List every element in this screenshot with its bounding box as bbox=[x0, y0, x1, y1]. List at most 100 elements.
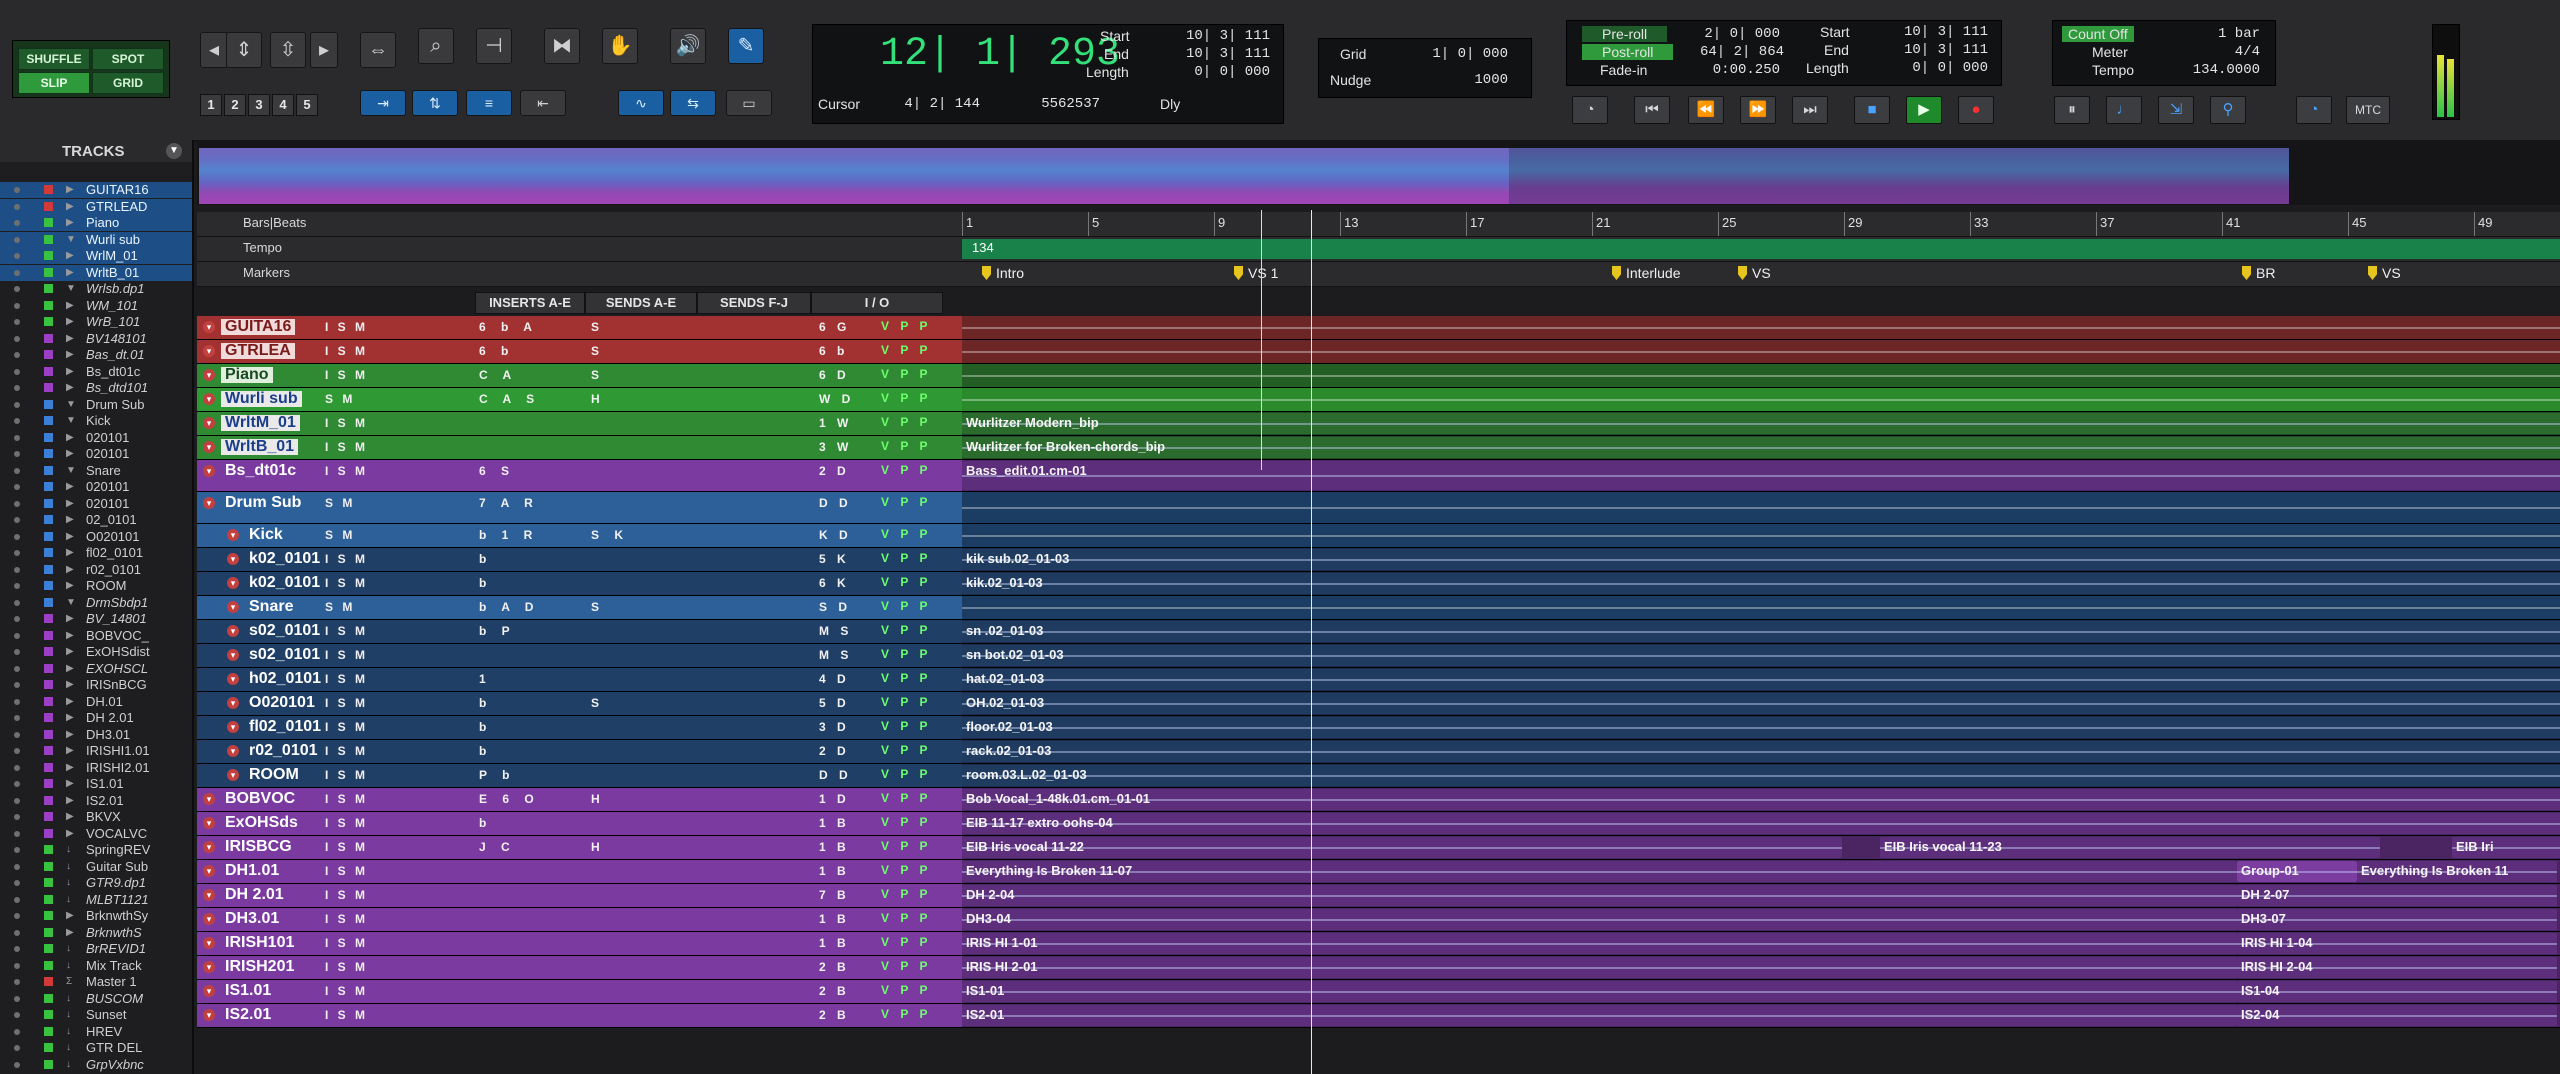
track-volume-pan-icon[interactable]: V P P bbox=[881, 983, 931, 997]
track-header[interactable]: ▾ Drum Sub S M 7 A R D D V P P bbox=[197, 492, 962, 524]
track-volume-pan-icon[interactable]: V P P bbox=[881, 551, 931, 565]
tracks-menu-icon[interactable]: ▼ bbox=[166, 143, 182, 159]
track-collapse-icon[interactable]: ▾ bbox=[227, 745, 239, 757]
track-volume-pan-icon[interactable]: V P P bbox=[881, 695, 931, 709]
track-header[interactable]: ▾ GTRLEA I S M 6 b S 6 b V P P bbox=[197, 340, 962, 364]
track-sends[interactable]: H bbox=[591, 792, 606, 806]
tracklist-item[interactable]: ▶ BV_14801 bbox=[0, 611, 192, 627]
track-inserts[interactable]: 6 S bbox=[479, 464, 515, 478]
visibility-dot-icon[interactable] bbox=[14, 451, 20, 457]
automation-follow-icon[interactable]: ∿ bbox=[618, 90, 664, 116]
track-volume-pan-icon[interactable]: V P P bbox=[881, 599, 931, 613]
track-volume-pan-icon[interactable]: V P P bbox=[881, 839, 931, 853]
track-playlist-lane[interactable]: kik sub.02_01-03 bbox=[962, 548, 2560, 572]
visibility-dot-icon[interactable] bbox=[14, 253, 20, 259]
audio-clip[interactable]: IRIS HI 2-01 bbox=[962, 957, 2237, 978]
audio-clip[interactable]: IRIS HI 1-04 bbox=[2237, 933, 2557, 954]
visibility-dot-icon[interactable] bbox=[14, 401, 20, 408]
tracklist-item[interactable]: ▶ Bs_dt01c bbox=[0, 364, 192, 380]
track-io[interactable]: 6 D bbox=[819, 368, 850, 382]
bars-beats-ruler[interactable]: Bars|Beats 1 5 9 13 17 21 25 29 33 37 41 45 49 bbox=[197, 212, 2560, 237]
track-rec-solo-mute-buttons[interactable]: I S M bbox=[325, 984, 368, 998]
track-header[interactable]: ▾ IRISH201 I S M 2 B V P P bbox=[197, 956, 962, 980]
track-header[interactable]: ▾ WrltM_01 I S M 1 W V P P bbox=[197, 412, 962, 436]
track-inserts[interactable]: 7 A R bbox=[479, 496, 539, 510]
track-name[interactable]: Piano bbox=[221, 367, 273, 383]
marker-label[interactable]: VS bbox=[2382, 265, 2401, 281]
track-io[interactable]: 3 W bbox=[819, 440, 852, 454]
track-collapse-icon[interactable]: ▾ bbox=[227, 529, 239, 541]
marker-icon[interactable] bbox=[1738, 266, 1747, 280]
audio-clip[interactable]: OH.02_01-03 bbox=[962, 693, 2560, 714]
track-io[interactable]: 1 B bbox=[819, 816, 850, 830]
visibility-dot-icon[interactable] bbox=[14, 236, 20, 243]
track-volume-pan-icon[interactable]: V P P bbox=[881, 319, 931, 333]
marker-icon[interactable] bbox=[982, 266, 991, 280]
tracklist-item[interactable]: ▶ BKVX bbox=[0, 809, 192, 825]
audio-clip[interactable]: Everything Is Broken 11 bbox=[2357, 861, 2557, 882]
track-inserts[interactable]: b bbox=[479, 552, 492, 566]
visibility-dot-icon[interactable] bbox=[14, 1012, 20, 1018]
spot-mode-button[interactable]: SPOT bbox=[92, 48, 164, 70]
track-volume-pan-icon[interactable]: V P P bbox=[881, 463, 931, 477]
track-collapse-icon[interactable]: ▾ bbox=[203, 1009, 215, 1021]
tracklist-item[interactable]: Σ Master 1 bbox=[0, 974, 192, 990]
tracklist-item[interactable]: ↓ Sunset bbox=[0, 1007, 192, 1023]
visibility-dot-icon[interactable] bbox=[14, 1045, 20, 1051]
preroll-value[interactable]: 2| 0| 000 bbox=[1700, 26, 1780, 42]
counter-start-value[interactable]: 10| 3| 111 bbox=[1170, 28, 1270, 44]
visibility-dot-icon[interactable] bbox=[14, 665, 20, 672]
track-name[interactable]: WrltB_01 bbox=[221, 439, 299, 455]
transport-start-value[interactable]: 10| 3| 111 bbox=[1900, 24, 1988, 40]
track-sends[interactable]: H bbox=[591, 840, 606, 854]
visibility-dot-icon[interactable] bbox=[14, 731, 20, 738]
track-playlist-lane[interactable]: EIB 11-17 extro oohs-04 bbox=[962, 812, 2560, 836]
track-rec-solo-mute-buttons[interactable]: I S M bbox=[325, 864, 368, 878]
visibility-dot-icon[interactable] bbox=[14, 484, 20, 490]
track-playlist-lane[interactable] bbox=[962, 340, 2560, 364]
tracklist-item[interactable]: ↓ GrpVxbnc bbox=[0, 1057, 192, 1073]
track-playlist-lane[interactable] bbox=[962, 596, 2560, 620]
track-playlist-lane[interactable]: sn .02_01-03 bbox=[962, 620, 2560, 644]
track-collapse-icon[interactable]: ▾ bbox=[203, 441, 215, 453]
track-name[interactable]: DH1.01 bbox=[221, 863, 283, 879]
insertion-follows-icon[interactable]: ⇆ bbox=[670, 90, 716, 116]
track-rec-solo-mute-buttons[interactable]: I S M bbox=[325, 576, 368, 590]
track-io[interactable]: 1 W bbox=[819, 416, 852, 430]
track-io[interactable]: M S bbox=[819, 624, 852, 638]
visibility-dot-icon[interactable] bbox=[14, 863, 20, 870]
track-name[interactable]: IS2.01 bbox=[221, 1007, 275, 1023]
track-playlist-lane[interactable]: IS1-01 IS1-04 bbox=[962, 980, 2560, 1004]
track-sends[interactable]: S bbox=[591, 696, 605, 710]
track-rec-solo-mute-buttons[interactable]: I S M bbox=[325, 840, 368, 854]
tracklist-item[interactable]: ▶ VOCALVC bbox=[0, 826, 192, 842]
visibility-dot-icon[interactable] bbox=[14, 319, 20, 325]
marker-icon[interactable] bbox=[2242, 266, 2251, 280]
track-collapse-icon[interactable]: ▾ bbox=[203, 889, 215, 901]
track-name[interactable]: O020101 bbox=[245, 695, 319, 711]
track-playlist-lane[interactable]: Wurlitzer for Broken-chords_bip bbox=[962, 436, 2560, 460]
track-io[interactable]: 7 B bbox=[819, 888, 850, 902]
track-playlist-lane[interactable]: Everything Is Broken 11-07 Group-01 Everyt… bbox=[962, 860, 2560, 884]
track-sends[interactable]: S bbox=[591, 600, 605, 614]
zoom-preset-4[interactable]: 4 bbox=[272, 94, 294, 116]
track-playlist-lane[interactable]: hat.02_01-03 bbox=[962, 668, 2560, 692]
audio-clip[interactable]: floor.02_01-03 bbox=[962, 717, 2560, 738]
nudge-value[interactable]: 1000 bbox=[1420, 72, 1508, 88]
tracklist-item[interactable]: ▶ Bas_dt.01 bbox=[0, 347, 192, 363]
visibility-dot-icon[interactable] bbox=[14, 632, 20, 639]
visibility-dot-icon[interactable] bbox=[14, 368, 20, 375]
fadein-label[interactable]: Fade-in bbox=[1600, 62, 1647, 78]
track-volume-pan-icon[interactable]: V P P bbox=[881, 911, 931, 925]
track-header[interactable]: ▾ Wurli sub S M C A S H W D V P P bbox=[197, 388, 962, 412]
track-name[interactable]: IRISH101 bbox=[221, 935, 298, 951]
visibility-dot-icon[interactable] bbox=[14, 880, 20, 886]
visibility-dot-icon[interactable] bbox=[14, 1061, 20, 1068]
track-header[interactable]: ▾ s02_0101 I S M M S V P P bbox=[197, 644, 962, 668]
track-inserts[interactable]: E 6 O bbox=[479, 792, 540, 806]
audio-clip[interactable]: hat.02_01-03 bbox=[962, 669, 2560, 690]
track-name[interactable]: h02_0101 bbox=[245, 671, 325, 687]
visibility-dot-icon[interactable] bbox=[14, 385, 20, 391]
track-name[interactable]: k02_0101 bbox=[245, 551, 324, 567]
tracklist-item[interactable]: ↓ Mix Track bbox=[0, 958, 192, 974]
